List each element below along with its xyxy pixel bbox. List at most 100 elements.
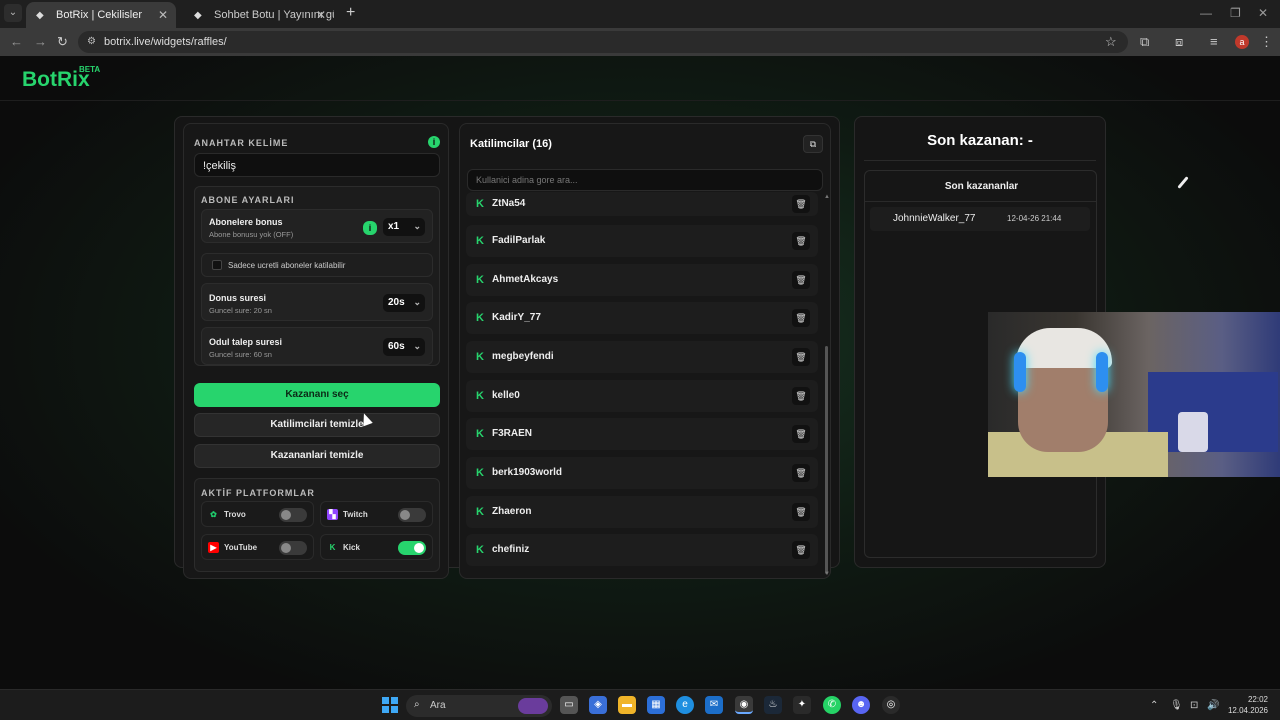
kick-icon: K xyxy=(476,198,484,210)
restore-icon[interactable]: ❐ xyxy=(1230,6,1241,20)
extensions-icon[interactable]: ⧉ xyxy=(1140,34,1149,50)
participant-search-input[interactable]: Kullanici adina gore ara... xyxy=(467,169,823,191)
trash-icon[interactable]: 🗑 xyxy=(792,425,810,443)
clock[interactable]: 22:02 12.04.2026 xyxy=(1224,694,1268,716)
winners-list-title: Son kazananlar xyxy=(944,181,1019,192)
scroll-up-icon[interactable]: ▲ xyxy=(824,194,830,200)
close-icon[interactable]: ✕ xyxy=(158,8,168,22)
platforms-title: AKTİF PLATFORMLAR xyxy=(201,488,315,498)
clear-participants-button[interactable]: Katilimcilari temizle xyxy=(194,413,440,437)
divider xyxy=(864,160,1096,161)
bonus-row: Abonelere bonus Abone bonusu yok (OFF) i… xyxy=(201,209,433,243)
obs-icon[interactable]: ◎ xyxy=(882,696,900,714)
info-icon[interactable]: i xyxy=(363,221,377,235)
url-field[interactable]: ⚙ botrix.live/widgets/raffles/ xyxy=(78,31,1128,53)
youtube-toggle[interactable] xyxy=(279,541,307,555)
trash-icon[interactable]: 🗑 xyxy=(792,195,810,213)
keyword-input[interactable]: !çekiliş xyxy=(194,153,440,177)
site-info-icon[interactable]: ⚙ xyxy=(87,36,96,47)
pick-winner-button[interactable]: Kazananı seç xyxy=(194,383,440,407)
volume-icon[interactable]: 🔊 xyxy=(1207,700,1219,711)
last-winner-title: Son kazanan: - xyxy=(927,132,1033,149)
whatsapp-icon[interactable]: ✆ xyxy=(823,696,841,714)
tab-sohbet[interactable]: ◆ Sohbet Botu | Yayınını güçlendir ✕ xyxy=(184,2,334,28)
paid-only-label: Sadece ucretli aboneler katilabilir xyxy=(228,261,346,270)
close-window-icon[interactable]: ✕ xyxy=(1258,6,1268,20)
microphone-icon[interactable]: 🎙 xyxy=(1170,700,1183,711)
participant-row: K F3RAEN 🗑 xyxy=(466,418,818,450)
paid-only-row[interactable]: Sadece ucretli aboneler katilabilir xyxy=(201,253,433,277)
info-icon[interactable]: i xyxy=(428,136,440,148)
taskbar: ⌕ Ara ▭ ◈ ▬ ▦ e ✉ ◉ ♨ ✦ ✆ ☻ ◎ ⌃ 🎙 ⊡ 🔊 22… xyxy=(0,689,1280,720)
taskbar-search[interactable]: ⌕ Ara xyxy=(406,695,552,717)
participant-row: K megbeyfendi 🗑 xyxy=(466,341,818,373)
network-icon[interactable]: ⊡ xyxy=(1190,700,1198,711)
store-icon[interactable]: ▦ xyxy=(647,696,665,714)
twitch-toggle[interactable] xyxy=(398,508,426,522)
kick-icon: K xyxy=(329,543,336,552)
trash-icon[interactable]: 🗑 xyxy=(792,464,810,482)
back-icon[interactable]: ← xyxy=(10,34,23,49)
forward-icon[interactable]: → xyxy=(34,34,47,49)
trash-icon[interactable]: 🗑 xyxy=(792,348,810,366)
participant-row: K ZtNa54 🗑 xyxy=(466,192,818,216)
menu-icon[interactable]: ⋮ xyxy=(1260,34,1273,50)
trovo-toggle[interactable] xyxy=(279,508,307,522)
close-icon[interactable]: ✕ xyxy=(316,8,326,22)
paid-only-checkbox[interactable] xyxy=(212,260,222,270)
clear-winners-button[interactable]: Kazananlari temizle xyxy=(194,444,440,468)
app-icon[interactable]: ✦ xyxy=(793,696,811,714)
divider xyxy=(865,201,1096,202)
copy-icon[interactable]: ⧉ xyxy=(803,135,823,153)
platform-trovo: ✿ Trovo xyxy=(201,501,314,527)
translate-icon[interactable]: ⧈ xyxy=(1175,34,1183,50)
search-highlight-image xyxy=(518,698,548,714)
file-explorer-icon[interactable]: ▬ xyxy=(618,696,636,714)
bonus-time-label: Donus suresi xyxy=(209,293,267,303)
participant-row: K FadilParlak 🗑 xyxy=(466,225,818,257)
bonus-select[interactable]: x1 ⌄ xyxy=(383,218,425,236)
claim-time-select[interactable]: 60s ⌄ xyxy=(383,338,425,356)
reload-icon[interactable]: ↻ xyxy=(57,34,68,50)
bonus-time-value: 20s xyxy=(388,297,405,308)
bonus-time-select[interactable]: 20s ⌄ xyxy=(383,294,425,312)
bonus-select-value: x1 xyxy=(388,221,400,232)
twitch-icon: ▚ xyxy=(327,509,338,520)
trash-icon[interactable]: 🗑 xyxy=(792,309,810,327)
chevron-down-icon: ⌄ xyxy=(413,297,421,307)
profile-avatar[interactable]: a xyxy=(1235,35,1249,49)
platform-name: Twitch xyxy=(343,510,368,519)
bonus-time-sub: Guncel sure: 20 sn xyxy=(209,306,272,315)
windows-start-icon[interactable] xyxy=(382,697,398,713)
scroll-down-icon[interactable]: ▼ xyxy=(824,571,830,577)
media-icon[interactable]: ≡ xyxy=(1210,34,1218,49)
trash-icon[interactable]: 🗑 xyxy=(792,503,810,521)
participant-row: K AhmetAkcays 🗑 xyxy=(466,264,818,296)
claim-time-sub: Guncel sure: 60 sn xyxy=(209,350,272,359)
chrome-icon[interactable]: ◉ xyxy=(735,696,753,714)
webcam-overlay xyxy=(988,312,1280,477)
minimize-icon[interactable]: — xyxy=(1200,6,1212,20)
task-view-icon[interactable]: ▭ xyxy=(560,696,578,714)
kick-toggle[interactable] xyxy=(398,541,426,555)
widgets-icon[interactable]: ◈ xyxy=(589,696,607,714)
participants-title: Katilimcilar (16) xyxy=(470,138,552,150)
tab-botrix[interactable]: ◆ BotRix | Cekilisler ✕ xyxy=(26,2,176,28)
participants-scrollbar[interactable] xyxy=(825,346,828,574)
kick-icon: K xyxy=(476,506,484,518)
active-platforms: AKTİF PLATFORMLAR ✿ Trovo ▚ Twitch ▶ You… xyxy=(194,478,440,572)
platform-name: Kick xyxy=(343,543,360,552)
discord-icon[interactable]: ☻ xyxy=(852,696,870,714)
beta-badge: BETA xyxy=(79,65,101,74)
trash-icon[interactable]: 🗑 xyxy=(792,271,810,289)
bookmark-star-icon[interactable]: ☆ xyxy=(1105,34,1117,50)
trash-icon[interactable]: 🗑 xyxy=(792,387,810,405)
new-tab-icon[interactable]: + xyxy=(346,4,355,22)
steam-icon[interactable]: ♨ xyxy=(764,696,782,714)
trash-icon[interactable]: 🗑 xyxy=(792,541,810,559)
chevron-up-icon[interactable]: ⌃ xyxy=(1150,700,1158,711)
mail-icon[interactable]: ✉ xyxy=(705,696,723,714)
trash-icon[interactable]: 🗑 xyxy=(792,232,810,250)
tab-search-icon[interactable]: ⌄ xyxy=(4,4,22,22)
edge-icon[interactable]: e xyxy=(676,696,694,714)
